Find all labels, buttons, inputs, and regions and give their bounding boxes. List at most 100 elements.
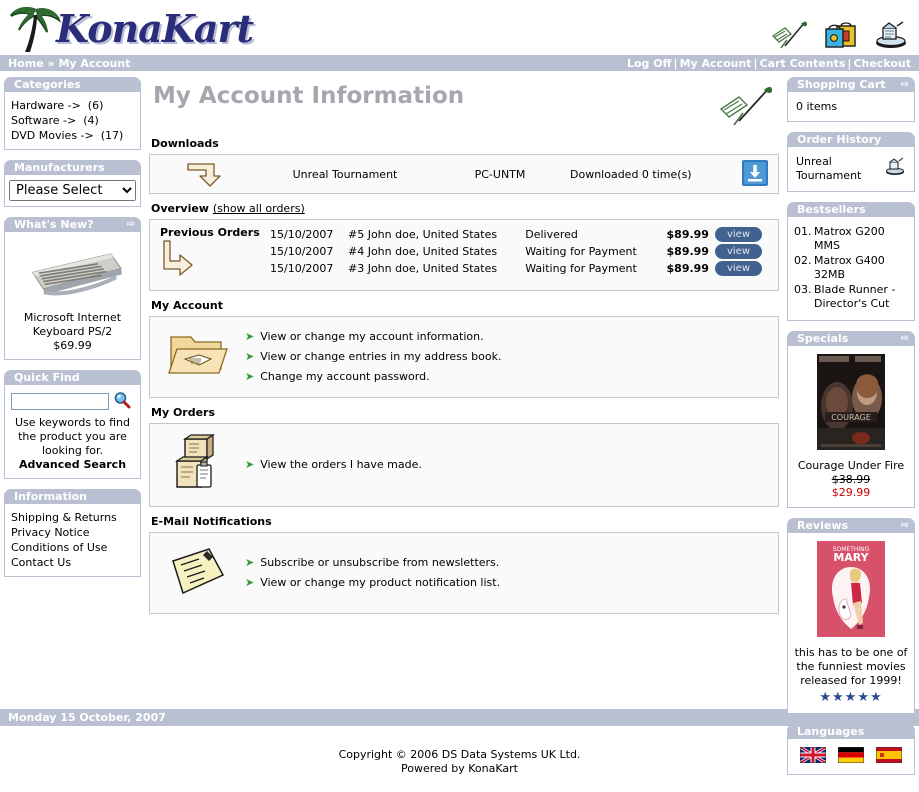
palm-tree-icon: [6, 2, 62, 57]
my-orders-label: My Orders: [151, 406, 216, 419]
top-navigation-bar: Home » My Account Log Off | My Account | Car…: [0, 54, 919, 71]
flag-german-icon[interactable]: [837, 746, 865, 766]
sidebar-item-contact-us[interactable]: Contact Us: [11, 555, 134, 570]
search-input[interactable]: [11, 393, 109, 410]
arrow-right-icon[interactable]: ⇨: [901, 518, 909, 533]
link-address-book[interactable]: ➤ View or change entries in my address bo…: [245, 347, 768, 367]
review-text[interactable]: this has to be one of the funniest movie…: [794, 646, 908, 688]
link-label: View or change my account information.: [260, 330, 484, 343]
advanced-search-link[interactable]: Advanced Search: [11, 458, 134, 472]
bestseller-name: Matrox G200 MMS: [814, 225, 885, 252]
category-count: (6): [87, 99, 104, 112]
order-history-title: Order History: [797, 133, 882, 146]
order-amount: $89.99: [666, 245, 709, 258]
brand-name: KonaKart: [56, 6, 254, 51]
breadcrumb-home[interactable]: Home: [8, 57, 44, 70]
something-about-mary-poster[interactable]: SOMETHING MARY: [817, 541, 885, 640]
list-item[interactable]: 02. Matrox G400 32MB: [794, 254, 908, 282]
magnifier-icon[interactable]: [113, 391, 131, 412]
reviews-box-body: SOMETHING MARY this has to be one of the…: [787, 533, 915, 714]
nav-cart-contents[interactable]: Cart Contents: [760, 57, 846, 70]
arrow-right-icon[interactable]: ⇨: [901, 77, 909, 92]
flag-spanish-icon[interactable]: [875, 746, 903, 766]
sidebar-item-shipping-returns[interactable]: Shipping & Returns: [11, 510, 134, 525]
nav-my-account[interactable]: My Account: [680, 57, 752, 70]
quick-find-row: [11, 391, 134, 412]
category-label: Hardware ->: [11, 99, 81, 112]
arrow-green-icon: ➤: [245, 370, 255, 383]
sidebar-item-hardware[interactable]: Hardware -> (6): [11, 98, 134, 113]
bestseller-rank: 01.: [794, 225, 812, 238]
link-newsletters[interactable]: ➤ Subscribe or unsubscribe from newslette…: [245, 553, 768, 573]
previous-orders-title: Previous Orders: [160, 226, 260, 239]
reviews-box: Reviews ⇨ SOMETHING MARY this has to be …: [787, 518, 915, 714]
whats-new-title: What's New?: [14, 218, 94, 231]
sidebar-item-privacy-notice[interactable]: Privacy Notice: [11, 525, 134, 540]
keyboard-photo[interactable]: [11, 236, 134, 305]
view-order-button[interactable]: view: [714, 261, 762, 276]
site-footer: Copyright © 2006 DS Data Systems UK Ltd.…: [0, 726, 919, 776]
my-account-links: ➤ View or change my account information. …: [150, 317, 778, 397]
page-body: Categories Hardware -> (6) Software -> (…: [0, 71, 919, 775]
quick-find-box-body: Use keywords to find the product you are…: [4, 385, 141, 479]
order-date: 15/10/2007: [270, 245, 334, 258]
breadcrumb: Home » My Account: [8, 57, 130, 70]
download-button[interactable]: [728, 159, 768, 189]
boxes-package-icon: [150, 433, 245, 498]
link-product-notifications[interactable]: ➤ View or change my product notification …: [245, 573, 768, 593]
nav-sep-2: |: [753, 56, 758, 70]
checkout-cart-icon[interactable]: [873, 20, 909, 53]
breadcrumb-current: My Account: [58, 56, 131, 70]
view-order-button[interactable]: view: [714, 227, 762, 242]
sidebar-item-software[interactable]: Software -> (4): [11, 113, 134, 128]
whats-new-product-name[interactable]: Microsoft Internet Keyboard PS/2: [11, 311, 134, 339]
bestsellers-box: Bestsellers 01. Matrox G200 MMS 02. Matr…: [787, 202, 915, 321]
manufacturers-box: Manufacturers Please Select: [4, 160, 141, 207]
show-all-orders-link[interactable]: (show all orders): [213, 202, 305, 215]
arrow-right-icon[interactable]: ⇨: [127, 217, 135, 232]
bestsellers-title: Bestsellers: [797, 203, 866, 216]
specials-product-name[interactable]: Courage Under Fire: [794, 459, 908, 473]
sidebar-item-dvd-movies[interactable]: DVD Movies -> (17): [11, 128, 134, 143]
view-order-button[interactable]: view: [714, 244, 762, 259]
manufacturers-select[interactable]: Please Select: [9, 180, 136, 201]
table-row[interactable]: 15/10/2007 #5 John doe, United States De…: [270, 226, 768, 243]
previous-orders-group: Previous Orders: [160, 226, 270, 282]
languages-title: Languages: [797, 725, 865, 738]
my-account-panel: ➤ View or change my account information. …: [149, 316, 779, 398]
overview-body: Previous Orders 15/10/2007 #5 John doe, …: [150, 220, 778, 290]
order-history-item[interactable]: Unreal Tournament: [796, 155, 876, 183]
download-icon[interactable]: [742, 159, 768, 189]
nav-log-off[interactable]: Log Off: [627, 57, 672, 70]
specials-old-price: $38.99: [831, 473, 871, 486]
specials-box: Specials ⇨ COURAGE Courage Under Fire $3…: [787, 331, 915, 508]
link-account-information[interactable]: ➤ View or change my account information.: [245, 327, 768, 347]
information-title: Information: [14, 490, 87, 503]
link-view-orders[interactable]: ➤ View the orders I have made.: [245, 455, 768, 475]
overview-panel: Previous Orders 15/10/2007 #5 John doe, …: [149, 219, 779, 291]
nav-links: Log Off | My Account | Cart Contents | Checkou…: [627, 57, 911, 70]
arrow-right-icon[interactable]: ⇨: [901, 331, 909, 346]
list-item[interactable]: 01. Matrox G200 MMS: [794, 225, 908, 253]
table-row[interactable]: 15/10/2007 #4 John doe, United States Wa…: [270, 243, 768, 260]
whats-new-box-header: What's New? ⇨: [4, 217, 141, 232]
email-notifications-link-list: ➤ Subscribe or unsubscribe from newslette…: [245, 553, 768, 593]
order-date: 15/10/2007: [270, 228, 334, 241]
site-logo[interactable]: KonaKart: [4, 2, 254, 54]
list-item[interactable]: 03. Blade Runner - Director's Cut: [794, 283, 908, 311]
arrow-hook-icon: [160, 158, 250, 191]
courage-under-fire-poster[interactable]: COURAGE: [817, 354, 885, 453]
shopping-cart-box-header: Shopping Cart ⇨: [787, 77, 915, 92]
table-row[interactable]: 15/10/2007 #3 John doe, United States Wa…: [270, 260, 768, 277]
quill-writing-icon[interactable]: [771, 20, 809, 53]
shopping-bags-icon[interactable]: [823, 20, 859, 53]
specials-new-price: $29.99: [831, 486, 871, 499]
nav-checkout[interactable]: Checkout: [853, 57, 911, 70]
information-box: Information Shipping & Returns Privacy N…: [4, 489, 141, 577]
email-notifications-links: ➤ Subscribe or unsubscribe from newslette…: [150, 533, 778, 613]
bestsellers-box-body: 01. Matrox G200 MMS 02. Matrox G400 32MB…: [787, 217, 915, 321]
sidebar-item-conditions-of-use[interactable]: Conditions of Use: [11, 540, 134, 555]
flag-english-icon[interactable]: [799, 745, 827, 766]
link-change-password[interactable]: ➤ Change my account password.: [245, 367, 768, 387]
page-title: My Account Information: [153, 83, 465, 109]
